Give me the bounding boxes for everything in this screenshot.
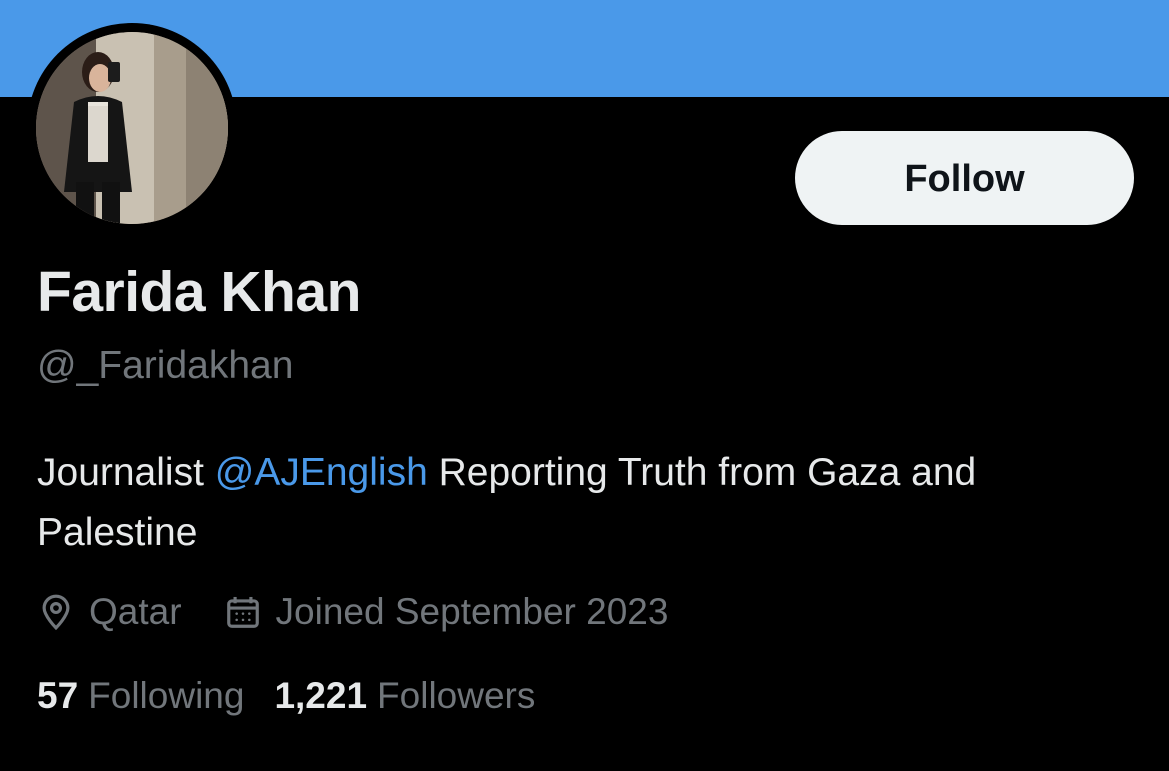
profile-meta: Qatar Joined September 2023 [37,585,668,639]
profile-joined-date: Joined September 2023 [224,591,669,633]
joined-text: Joined September 2023 [275,591,669,632]
profile-bio: Journalist @AJEnglish Reporting Truth fr… [37,443,1137,563]
profile-location: Qatar [37,591,182,633]
bio-mention-link[interactable]: @AJEnglish [215,451,428,494]
profile-handle: @_Faridakhan [37,344,294,387]
display-name: Farida Khan [37,260,361,324]
followers-label: Followers [377,675,536,716]
following-link[interactable]: 57 Following [37,675,244,717]
avatar[interactable] [36,32,228,224]
bio-text-prefix: Journalist [37,451,215,494]
profile-stats: 57 Following 1,221 Followers [37,669,535,723]
followers-count: 1,221 [274,675,368,716]
followers-link[interactable]: 1,221 Followers [274,675,535,717]
avatar-photo [36,32,228,224]
following-label: Following [88,675,245,716]
location-pin-icon [37,593,75,631]
calendar-icon [224,593,262,631]
follow-button[interactable]: Follow [795,131,1134,225]
location-text: Qatar [89,591,182,632]
following-count: 57 [37,675,79,716]
